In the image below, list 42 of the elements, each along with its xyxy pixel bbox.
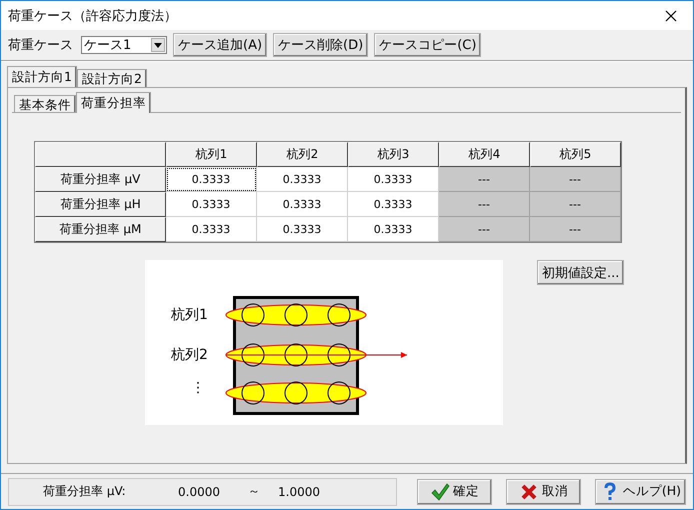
dialog-button[interactable]: 取消 xyxy=(506,478,581,504)
column-header: 杭列2 xyxy=(257,142,348,167)
row-label: 杭列2 xyxy=(171,346,208,364)
column-header: 杭列3 xyxy=(348,142,439,167)
row-header: 荷重分担率 μM xyxy=(35,217,166,242)
table-cell[interactable]: 0.3333 xyxy=(348,167,439,192)
row-label: ⋮ xyxy=(191,380,205,396)
row-label: 杭列1 xyxy=(171,306,208,324)
dialog-button[interactable]: ヘルプ(H) xyxy=(594,478,686,504)
case-button[interactable]: ケースコピー(C) xyxy=(374,33,482,57)
table-cell[interactable]: 0.3333 xyxy=(166,192,257,217)
table-cell[interactable]: 0.3333 xyxy=(348,192,439,217)
status-separator: ～ xyxy=(248,483,261,500)
table-cell[interactable]: 0.3333 xyxy=(257,217,348,242)
reset-button[interactable]: 初期値設定... xyxy=(537,260,624,285)
status-min: 0.0000 xyxy=(178,484,221,498)
column-header: 杭列1 xyxy=(166,142,257,167)
window-title: 荷重ケース（許容応力度法） xyxy=(8,8,177,24)
case-button[interactable]: ケース削除(D) xyxy=(273,33,368,57)
dialog-button[interactable]: 確定 xyxy=(416,478,492,504)
row-header: 荷重分担率 μH xyxy=(35,192,166,217)
row-header: 荷重分担率 μV xyxy=(35,167,166,192)
case-label: 荷重ケース xyxy=(8,37,73,54)
cross-icon xyxy=(518,482,539,502)
table-cell[interactable]: 0.3333 xyxy=(348,217,439,242)
table-cell[interactable]: 0.3333 xyxy=(166,217,257,242)
table-cell[interactable]: 0.3333 xyxy=(257,192,348,217)
tab[interactable]: 設計方向1 xyxy=(7,66,77,87)
tab[interactable]: 荷重分担率 xyxy=(76,92,151,113)
close-icon[interactable] xyxy=(665,10,677,22)
status-label: 荷重分担率 μV: xyxy=(43,483,127,500)
status-max: 1.0000 xyxy=(278,484,320,498)
column-header: 杭列4 xyxy=(439,142,530,167)
case-button[interactable]: ケース追加(A) xyxy=(173,33,268,57)
table-cell[interactable]: 0.3333 xyxy=(166,167,257,192)
check-icon xyxy=(430,482,450,502)
tab[interactable]: 基本条件 xyxy=(14,95,76,113)
caret-icon[interactable] xyxy=(151,38,165,52)
tab[interactable]: 設計方向2 xyxy=(76,69,147,87)
case-dropdown[interactable]: ケース1 xyxy=(81,36,167,54)
column-header: 杭列5 xyxy=(530,142,621,167)
table-cell[interactable]: 0.3333 xyxy=(257,167,348,192)
